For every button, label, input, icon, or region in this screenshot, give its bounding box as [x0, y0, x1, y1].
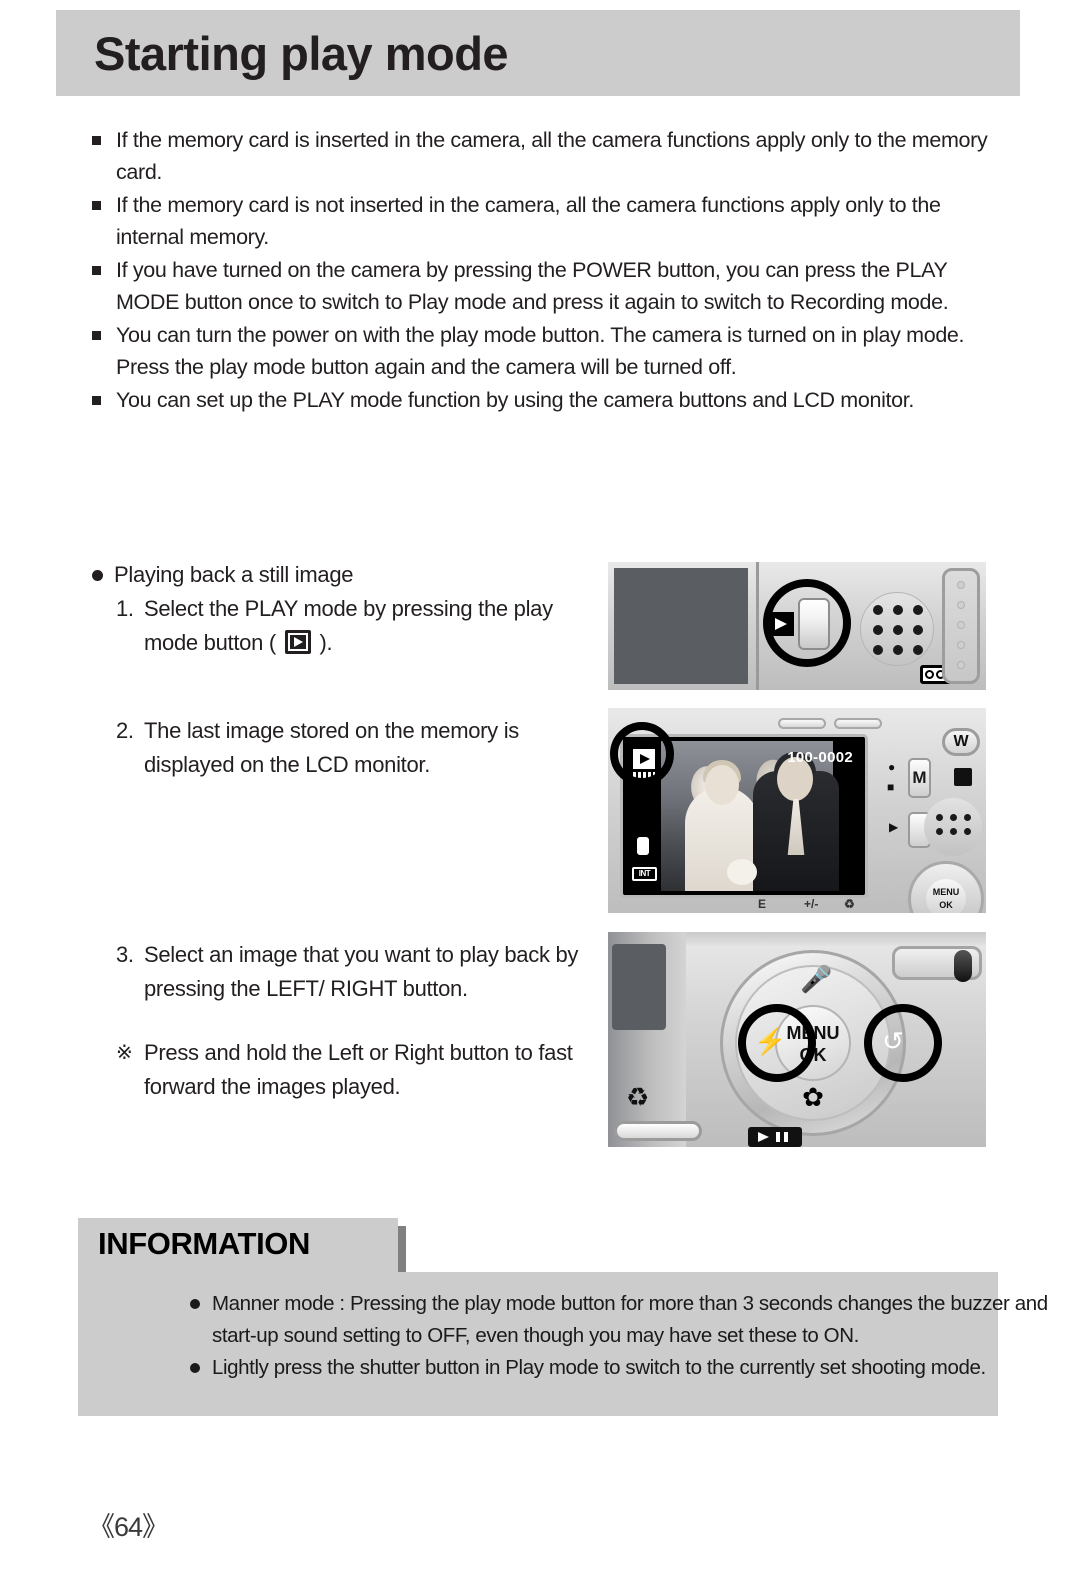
round-bullet-icon	[92, 570, 103, 581]
lcd-screen-edge	[612, 944, 666, 1030]
list-item: You can set up the PLAY mode function by…	[88, 384, 988, 416]
step-2: 2. The last image stored on the memory i…	[88, 714, 588, 782]
camera-top-edge	[686, 932, 986, 946]
information-tab-label: INFORMATION	[98, 1226, 310, 1261]
note-text: If the memory card is inserted in the ca…	[116, 128, 988, 184]
camera-photo-play-button	[608, 562, 986, 690]
procedure-note: ※ Press and hold the Left or Right butto…	[88, 1036, 588, 1104]
list-item: You can turn the power on with the play …	[88, 319, 988, 383]
thumbnail-icon	[954, 768, 972, 786]
top-button-left	[778, 718, 826, 729]
note-text: You can turn the power on with the play …	[116, 323, 965, 379]
information-list: Manner mode : Pressing the play mode but…	[188, 1288, 1068, 1384]
list-item: Manner mode : Pressing the play mode but…	[188, 1288, 1068, 1352]
flash-icon: ⚡	[754, 1026, 787, 1056]
step-text: The last image stored on the memory is d…	[144, 718, 519, 777]
body-seam	[756, 562, 759, 690]
list-item: Lightly press the shutter button in Play…	[188, 1352, 1068, 1384]
camera-photo-lcd-monitor: INT 100-0002 ● ■ M ▶ W MENU OK E +/- ♻	[608, 708, 986, 913]
page-number: 《64》	[88, 1512, 169, 1542]
step-text: Select an image that you want to play ba…	[144, 942, 579, 1001]
menu-label: MENU	[932, 887, 960, 897]
step-number: 2.	[116, 718, 134, 743]
delete-trash-icon: ♻	[626, 1082, 650, 1112]
memory-card-icon	[637, 837, 649, 855]
wide-zoom-button: W	[942, 728, 980, 756]
information-tab: INFORMATION	[78, 1218, 398, 1272]
plus-minus-icon: +/-	[804, 897, 819, 911]
bouquet	[727, 859, 757, 885]
reference-mark-icon: ※	[116, 1042, 133, 1064]
highlight-circle	[763, 579, 851, 667]
step-3: 3. Select an image that you want to play…	[88, 938, 588, 1006]
round-bullet-icon	[190, 1299, 200, 1309]
microphone-icon: 🎤	[800, 964, 833, 994]
play-icon: ▶	[889, 820, 899, 834]
card-slot	[614, 1121, 702, 1141]
speaker-grille	[860, 592, 934, 666]
file-number-label: 100-0002	[787, 749, 853, 766]
list-item: If you have turned on the camera by pres…	[88, 254, 988, 318]
self-timer-icon: ↺	[882, 1026, 904, 1056]
square-bullet-icon	[92, 136, 101, 145]
play-mode-icon	[284, 630, 311, 654]
camera-grip-strip	[942, 568, 980, 684]
still-camera-icon: ●	[888, 760, 896, 774]
procedure-column: Playing back a still image 1. Select the…	[88, 558, 588, 1104]
step-text-after: ).	[313, 630, 333, 655]
speaker-grille	[924, 798, 982, 856]
notes-list: If the memory card is inserted in the ca…	[88, 124, 988, 417]
play-pause-icon	[748, 1127, 802, 1147]
strap-lug-icon	[954, 950, 972, 982]
square-bullet-icon	[92, 331, 101, 340]
ok-label: OK	[939, 900, 953, 910]
menu-ok-button: MENU OK	[926, 879, 966, 913]
list-item: If the memory card is inserted in the ca…	[88, 124, 988, 188]
camera-photo-navigation-pad: MENU OK 🎤 ✿ ⚡ ↺ ♻	[608, 932, 986, 1147]
lcd-screen-off	[614, 568, 748, 684]
square-bullet-icon	[92, 396, 101, 405]
square-bullet-icon	[92, 266, 101, 275]
delete-trash-icon: ♻	[844, 897, 855, 911]
round-bullet-icon	[190, 1363, 200, 1373]
internal-memory-icon: INT	[632, 867, 657, 881]
exposure-icon: E	[758, 897, 767, 911]
list-item: If the memory card is not inserted in th…	[88, 189, 988, 253]
procedure-heading: Playing back a still image	[88, 558, 588, 592]
information-box: Manner mode : Pressing the play mode but…	[78, 1272, 1048, 1416]
note-text: You can set up the PLAY mode function by…	[116, 388, 914, 412]
movie-camera-icon: ■	[887, 780, 895, 794]
information-text: Lightly press the shutter button in Play…	[212, 1356, 986, 1379]
note-text: If you have turned on the camera by pres…	[116, 258, 949, 314]
note-text: If the memory card is not inserted in th…	[116, 193, 941, 249]
procedure-heading-label: Playing back a still image	[114, 562, 354, 587]
bride-head	[705, 765, 739, 805]
step-number: 1.	[116, 596, 134, 621]
top-button-right	[834, 718, 882, 729]
mode-button: M	[908, 758, 931, 798]
step-1: 1. Select the PLAY mode by pressing the …	[88, 592, 588, 660]
macro-flower-icon: ✿	[802, 1082, 824, 1112]
highlight-circle	[610, 722, 674, 786]
step-number: 3.	[116, 942, 134, 967]
step-text-before: Select the PLAY mode by pressing the pla…	[144, 596, 553, 655]
information-text: Manner mode : Pressing the play mode but…	[212, 1292, 1048, 1347]
page-title: Starting play mode	[94, 27, 509, 80]
square-bullet-icon	[92, 201, 101, 210]
procedure-note-text: Press and hold the Left or Right button …	[144, 1040, 573, 1099]
